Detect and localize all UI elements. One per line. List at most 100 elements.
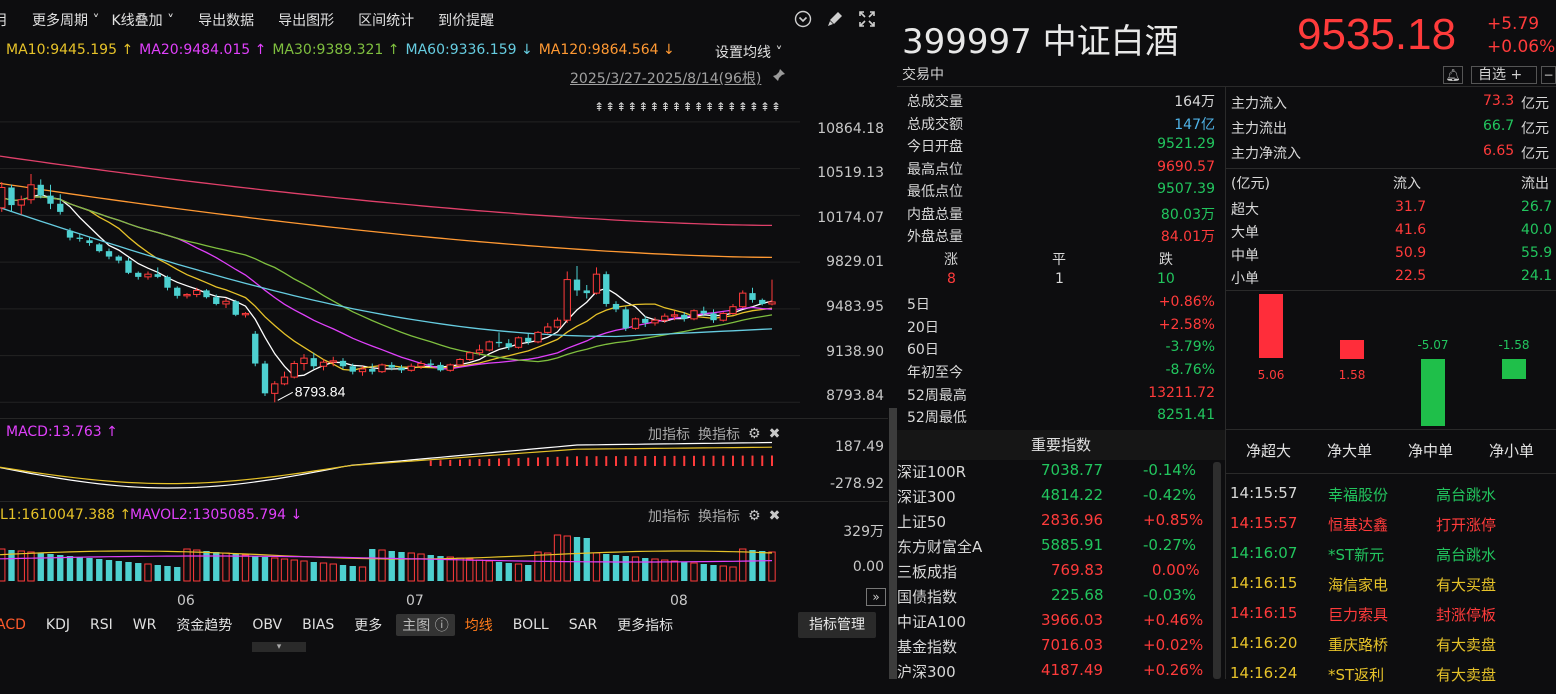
volume-bar [57, 555, 64, 581]
volume-bar [631, 556, 640, 582]
tab-more[interactable]: 更多 [354, 615, 382, 635]
expand-icon[interactable] [858, 10, 876, 33]
indicator-management-button[interactable]: 指标管理 [798, 612, 876, 638]
index-pct: -0.14% [1143, 461, 1197, 479]
flow-header-out: 流出 [1521, 176, 1549, 192]
volume-bar [759, 551, 766, 581]
close-icon[interactable]: ✖ [769, 508, 781, 524]
macd-chart[interactable] [0, 440, 800, 500]
perf-row: 52周最高 13211.72 [907, 385, 1215, 407]
chevron-circle-down-icon[interactable] [794, 10, 812, 33]
alert-row[interactable]: 14:16:20 重庆路桥 有大卖盘 [1230, 634, 1556, 664]
toolbar-price-alert[interactable]: 到价提醒 [438, 10, 494, 30]
expand-panel-button[interactable]: » [866, 588, 886, 606]
tab-obv[interactable]: OBV [252, 617, 282, 633]
tab-boll[interactable]: BOLL [513, 617, 549, 633]
mainflow-label: 主力净流入 [1231, 146, 1301, 162]
price-axis-label: 9138.90 [826, 344, 884, 360]
index-row[interactable]: 沪深300 4187.49 +0.26% [897, 661, 1225, 686]
net-bar-value: -5.07 [1417, 338, 1449, 352]
index-row[interactable]: 深证100R 7038.77 -0.14% [897, 461, 1225, 486]
tab-sar[interactable]: SAR [569, 617, 597, 633]
candle-body [603, 274, 610, 304]
volume-bar [681, 562, 688, 581]
index-row[interactable]: 三板成指 769.83 0.00% [897, 561, 1225, 586]
volume-bar [300, 560, 308, 582]
gear-icon[interactable]: ⚙ [748, 508, 761, 524]
candlestick-chart[interactable]: 8793.84 [0, 90, 800, 415]
tab-fund-trend[interactable]: 资金趋势 [176, 615, 232, 635]
pin-icon[interactable] [772, 68, 786, 86]
candle-body [690, 310, 698, 320]
tab-ma[interactable]: 均线 [465, 615, 493, 635]
toolbar-icons [794, 10, 876, 33]
candle-body [661, 315, 669, 321]
tab-macd[interactable]: ACD [0, 617, 26, 633]
net-bar [1259, 294, 1283, 358]
toolbar-export-data[interactable]: 导出数据 [198, 10, 254, 30]
price-axis-label: 10174.07 [817, 210, 884, 226]
volume-chart[interactable] [0, 525, 800, 583]
x-axis-label: 08 [670, 593, 688, 609]
collapse-handle[interactable]: ▾ [252, 642, 306, 652]
add-watchlist-button[interactable]: 自选 + [1471, 66, 1537, 84]
volume-bar [719, 565, 727, 582]
perf-row: 5日 +0.86% [907, 294, 1215, 316]
candle-body [300, 357, 308, 365]
candle-body [144, 273, 152, 278]
stat-label: 最低点位 [907, 184, 963, 200]
alert-row[interactable]: 14:16:24 *ST返利 有大卖盘 [1230, 664, 1556, 694]
tab-rsi[interactable]: RSI [90, 617, 113, 633]
index-row[interactable]: 深证300 4814.22 -0.42% [897, 486, 1225, 511]
brush-icon[interactable] [826, 10, 844, 33]
ma10-label: MA10:9445.195 ↑ [6, 42, 134, 58]
toolbar-range-stats[interactable]: 区间统计 [358, 10, 414, 30]
candle-body [261, 363, 269, 394]
candle-body [592, 273, 601, 294]
volume-bar [466, 558, 474, 582]
candle-body [27, 184, 35, 201]
candle-body [154, 274, 161, 277]
mainflow-label: 主力流出 [1231, 121, 1287, 137]
main-chart-button[interactable]: 主图 ⓘ [396, 614, 455, 636]
scrollbar-thumb[interactable] [889, 408, 897, 679]
candle-body [0, 187, 6, 209]
minimize-button[interactable]: − [1541, 66, 1556, 84]
index-row[interactable]: 东方财富全A 5885.91 -0.27% [897, 536, 1225, 561]
ma-settings-dropdown[interactable]: 设置均线 ˅ [715, 42, 782, 62]
alert-row[interactable]: 14:15:57 恒基达鑫 打开涨停 [1230, 514, 1556, 544]
candle-body [388, 364, 395, 368]
tab-wr[interactable]: WR [133, 617, 157, 633]
candle-body [241, 312, 250, 316]
add-indicator-button[interactable]: 加指标 [648, 506, 690, 526]
divider [897, 86, 1556, 87]
volume-bar [768, 551, 776, 582]
alert-row[interactable]: 14:16:15 海信家电 有大买盘 [1230, 574, 1556, 604]
index-row[interactable]: 上证50 2836.96 +0.85% [897, 511, 1225, 536]
date-range-text[interactable]: 2025/3/27-2025/8/14(96根) [570, 68, 761, 88]
toolbar-more-periods[interactable]: 更多周期 ˅ [32, 10, 99, 30]
toolbar-item[interactable]: 月 [0, 10, 8, 30]
tab-bias[interactable]: BIAS [302, 617, 334, 633]
index-row[interactable]: 中证A100 3966.03 +0.46% [897, 611, 1225, 636]
index-row[interactable]: 国债指数 225.68 -0.03% [897, 586, 1225, 611]
candle-body [66, 230, 74, 238]
ma60-line [0, 207, 773, 338]
bell-icon[interactable]: 🔔︎ [1443, 66, 1463, 84]
volume-bar [174, 567, 181, 581]
toolbar-export-graph[interactable]: 导出图形 [278, 10, 334, 30]
tab-more-indicators[interactable]: 更多指标 [617, 615, 673, 635]
indices-header: 重要指数 [897, 430, 1225, 460]
alert-stock: *ST新元 [1328, 546, 1385, 564]
index-row[interactable]: 基金指数 7016.03 +0.02% [897, 636, 1225, 661]
toolbar-kline-overlay[interactable]: K线叠加 ˅ [111, 10, 174, 30]
candle-body [651, 319, 659, 324]
ma60-label: MA60:9336.159 ↓ [405, 42, 533, 58]
alert-row[interactable]: 14:16:15 巨力索具 封涨停板 [1230, 604, 1556, 634]
perf-label: 5日 [907, 297, 930, 313]
x-axis-label: 06 [177, 593, 195, 609]
switch-indicator-button[interactable]: 换指标 [698, 506, 740, 526]
alert-row[interactable]: 14:16:07 *ST新元 高台跳水 [1230, 544, 1556, 574]
tab-kdj[interactable]: KDJ [46, 617, 70, 633]
alert-row[interactable]: 14:15:57 幸福股份 高台跳水 [1230, 484, 1556, 514]
